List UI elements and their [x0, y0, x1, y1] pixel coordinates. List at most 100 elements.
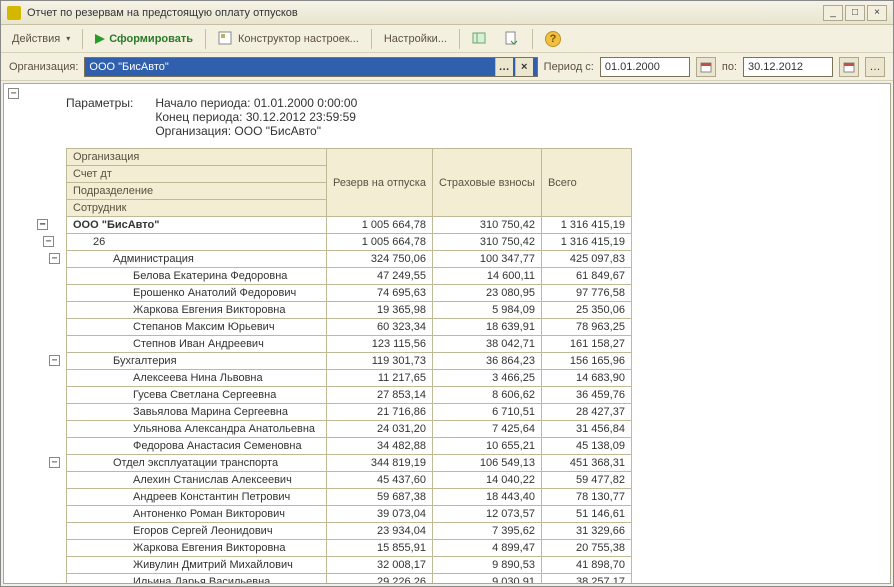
cell-value: 36 459,76: [541, 387, 631, 404]
filter-bar: Организация: ООО "БисАвто" … × Период с:…: [1, 53, 893, 81]
cell-value: 14 683,90: [541, 370, 631, 387]
table-row[interactable]: −261 005 664,78310 750,421 316 415,19: [67, 234, 632, 251]
table-row[interactable]: −Отдел эксплуатации транспорта344 819,19…: [67, 455, 632, 472]
actions-menu[interactable]: Действия ▾: [5, 30, 77, 48]
period-to-input[interactable]: 30.12.2012: [743, 57, 833, 77]
cell-value: 14 040,22: [432, 472, 541, 489]
cell-value: 106 549,13: [432, 455, 541, 472]
help-button[interactable]: ?: [538, 28, 568, 50]
table-row[interactable]: Завьялова Марина Сергеевна 21 716,866 710…: [67, 404, 632, 421]
table-row[interactable]: Жаркова Евгения Викторовна19 365,985 984…: [67, 302, 632, 319]
table-row[interactable]: Антоненко Роман Викторович39 073,0412 07…: [67, 506, 632, 523]
org-clear-button[interactable]: ×: [515, 58, 533, 76]
table-row[interactable]: Федорова Анастасия Семеновна34 482,8810 …: [67, 438, 632, 455]
cell-value: 38 257,17: [541, 574, 631, 585]
table-row[interactable]: Степанов Максим Юрьевич60 323,3418 639,9…: [67, 319, 632, 336]
cell-value: 7 395,62: [432, 523, 541, 540]
period-from-input[interactable]: 01.01.2000: [600, 57, 690, 77]
row-label: Андреев Константин Петрович: [133, 491, 290, 503]
document-icon: [504, 31, 520, 47]
cell-value: 45 437,60: [327, 472, 433, 489]
table-row[interactable]: Ильина Дарья Васильевна29 226,269 030,91…: [67, 574, 632, 585]
report-area[interactable]: − Параметры: Начало периода: 01.01.2000 …: [3, 83, 891, 584]
table-row[interactable]: Степнов Иван Андреевич123 115,5638 042,7…: [67, 336, 632, 353]
table-row[interactable]: Белова Екатерина Федоровна47 249,5514 60…: [67, 268, 632, 285]
help-icon: ?: [545, 31, 561, 47]
cell-value: 10 655,21: [432, 438, 541, 455]
cell-value: 97 776,58: [541, 285, 631, 302]
maximize-button[interactable]: □: [845, 5, 865, 21]
row-label: Алексеева Нина Львовна: [133, 372, 263, 384]
table-row[interactable]: Алехин Станислав Алексеевич45 437,6014 0…: [67, 472, 632, 489]
col-insurance: Страховые взносы: [432, 149, 541, 217]
tool-icon-1[interactable]: [465, 28, 495, 50]
close-button[interactable]: ×: [867, 5, 887, 21]
wizard-icon: [218, 31, 234, 47]
cell-value: 21 716,86: [327, 404, 433, 421]
cell-value: 451 368,31: [541, 455, 631, 472]
cell-value: 425 097,83: [541, 251, 631, 268]
cell-value: 6 710,51: [432, 404, 541, 421]
table-row[interactable]: −Бухгалтерия119 301,7336 864,23156 165,9…: [67, 353, 632, 370]
cell-value: 14 600,11: [432, 268, 541, 285]
row-label: Завьялова Марина Сергеевна: [133, 406, 288, 418]
table-row[interactable]: Жаркова Евгения Викторовна15 855,914 899…: [67, 540, 632, 557]
minimize-button[interactable]: _: [823, 5, 843, 21]
settings-button[interactable]: Настройки...: [377, 30, 454, 48]
cell-value: 11 217,65: [327, 370, 433, 387]
constructor-button[interactable]: Конструктор настроек...: [211, 28, 366, 50]
report-table: Организация Резерв на отпуска Страховые …: [66, 148, 632, 584]
table-row[interactable]: Андреев Константин Петрович59 687,3818 4…: [67, 489, 632, 506]
period-from-calendar[interactable]: [696, 57, 716, 77]
tool-icon-2[interactable]: [497, 28, 527, 50]
table-row[interactable]: Гусева Светлана Сергеевна27 853,148 606,…: [67, 387, 632, 404]
cell-value: 47 249,55: [327, 268, 433, 285]
form-button[interactable]: Сформировать: [88, 30, 200, 48]
cell-value: 25 350,06: [541, 302, 631, 319]
cell-value: 18 639,91: [432, 319, 541, 336]
table-row[interactable]: Егоров Сергей Леонидович23 934,047 395,6…: [67, 523, 632, 540]
table-row[interactable]: −ООО "БисАвто"1 005 664,78310 750,421 31…: [67, 217, 632, 234]
cell-value: 310 750,42: [432, 234, 541, 251]
cell-value: 61 849,67: [541, 268, 631, 285]
col-employee: Сотрудник: [67, 200, 327, 217]
cell-value: 59 477,82: [541, 472, 631, 489]
period-more-button[interactable]: …: [865, 57, 885, 77]
outline-toggle[interactable]: −: [49, 355, 60, 366]
row-label: Егоров Сергей Леонидович: [133, 525, 273, 537]
row-label: Степнов Иван Андреевич: [133, 338, 264, 350]
period-to-label: по:: [722, 61, 737, 73]
row-label: Бухгалтерия: [113, 355, 177, 367]
play-icon: [95, 34, 105, 44]
org-input[interactable]: ООО "БисАвто" … ×: [84, 57, 537, 77]
period-to-calendar[interactable]: [839, 57, 859, 77]
row-label: Живулин Дмитрий Михайлович: [133, 559, 293, 571]
row-label: Гусева Светлана Сергеевна: [133, 389, 276, 401]
cell-value: 15 855,91: [327, 540, 433, 557]
calendar-icon: [843, 61, 855, 73]
outline-toggle[interactable]: −: [49, 457, 60, 468]
cell-value: 119 301,73: [327, 353, 433, 370]
cell-value: 38 042,71: [432, 336, 541, 353]
table-row[interactable]: Живулин Дмитрий Михайлович32 008,179 890…: [67, 557, 632, 574]
row-label: Ерошенко Анатолий Федорович: [133, 287, 296, 299]
outline-toggle[interactable]: −: [49, 253, 60, 264]
cell-value: 29 226,26: [327, 574, 433, 585]
table-row[interactable]: Ульянова Александра Анатольевна24 031,20…: [67, 421, 632, 438]
col-department: Подразделение: [67, 183, 327, 200]
table-row[interactable]: Алексеева Нина Львовна11 217,653 466,251…: [67, 370, 632, 387]
outline-toggle[interactable]: −: [8, 88, 19, 99]
outline-toggle[interactable]: −: [43, 236, 54, 247]
period-from-label: Период с:: [544, 61, 594, 73]
org-label: Организация:: [9, 61, 78, 73]
row-label: Антоненко Роман Викторович: [133, 508, 285, 520]
cell-value: 31 329,66: [541, 523, 631, 540]
org-select-button[interactable]: …: [495, 58, 513, 76]
cell-value: 23 080,95: [432, 285, 541, 302]
table-row[interactable]: −Администрация324 750,06100 347,77425 09…: [67, 251, 632, 268]
row-label: Степанов Максим Юрьевич: [133, 321, 275, 333]
row-label: 26: [93, 236, 105, 248]
table-row[interactable]: Ерошенко Анатолий Федорович74 695,6323 0…: [67, 285, 632, 302]
outline-toggle[interactable]: −: [37, 219, 48, 230]
cell-value: 39 073,04: [327, 506, 433, 523]
